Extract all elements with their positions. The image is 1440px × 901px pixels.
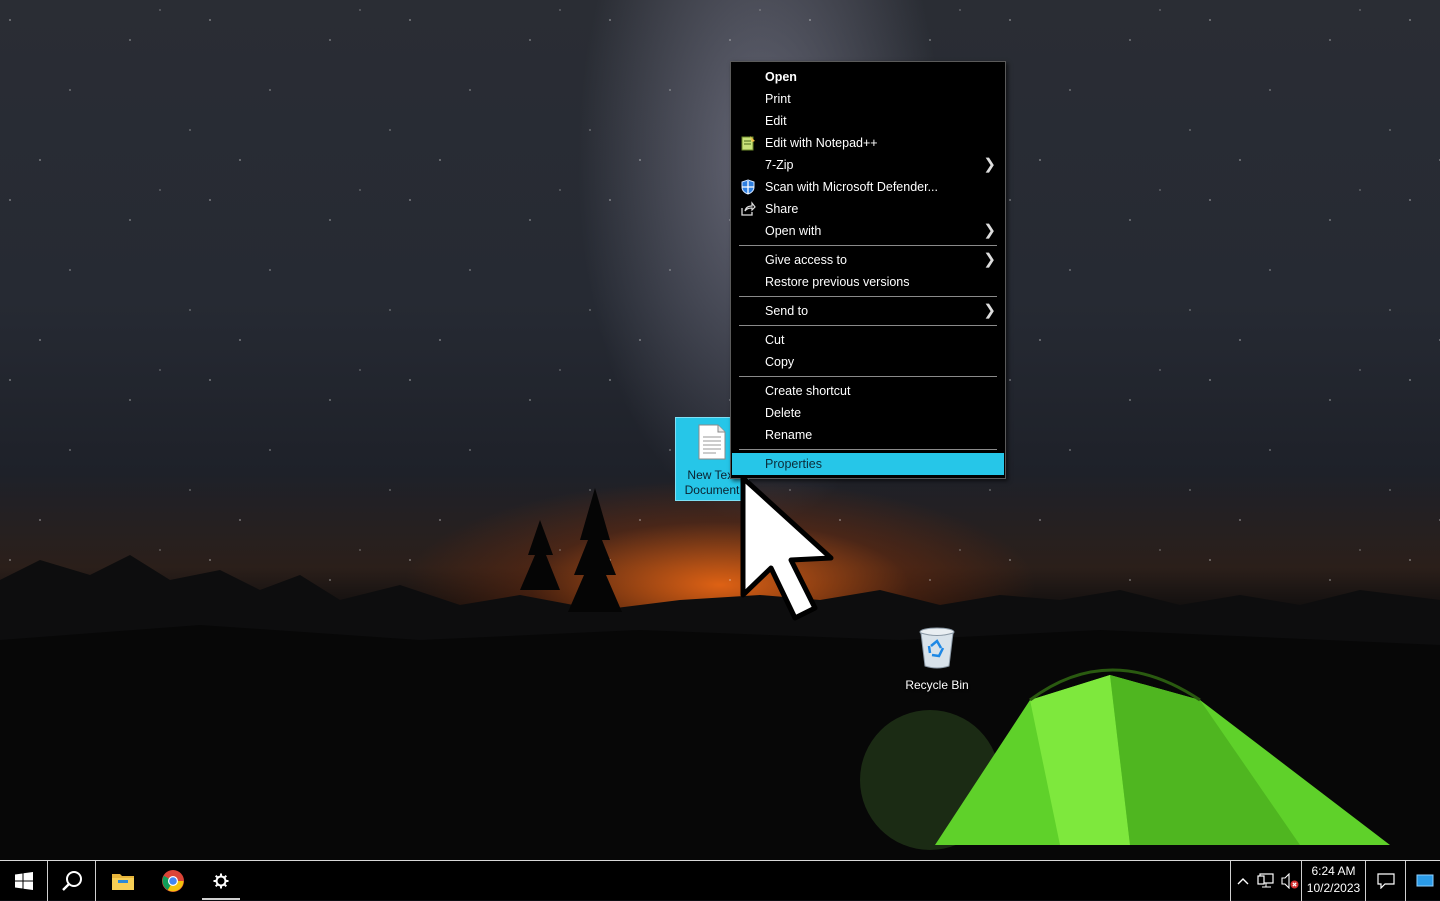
network-button[interactable] (1254, 861, 1278, 901)
menu-item-label: Edit with Notepad++ (765, 136, 878, 150)
show-desktop-button[interactable] (1410, 861, 1440, 901)
chevron-up-icon (1237, 878, 1248, 885)
chevron-right-icon: ❯ (983, 302, 996, 319)
menu-item-scan-defender[interactable]: Scan with Microsoft Defender... (732, 176, 1004, 198)
desktop-preview-icon (1416, 874, 1434, 887)
menu-item-7zip[interactable]: 7-Zip ❯ (732, 154, 1004, 176)
menu-item-label: Properties (765, 457, 822, 471)
chevron-right-icon: ❯ (983, 251, 996, 268)
file-explorer-icon (112, 874, 134, 890)
menu-separator (739, 245, 997, 246)
menu-item-print[interactable]: Print (732, 88, 1004, 110)
text-document-icon (698, 424, 726, 460)
menu-item-label: Restore previous versions (765, 275, 910, 289)
chevron-right-icon: ❯ (983, 222, 996, 239)
menu-item-label: Give access to (765, 253, 847, 267)
menu-item-label: Open with (765, 224, 822, 238)
recycle-bin-label: Recycle Bin (905, 678, 969, 692)
taskbar-chrome[interactable] (150, 861, 196, 901)
menu-item-label: Send to (765, 304, 809, 318)
menu-item-label: Open (765, 70, 797, 84)
context-menu: Open Print Edit Edit with Notepad++ 7-Zi… (730, 61, 1006, 479)
menu-item-give-access-to[interactable]: Give access to ❯ (732, 249, 1004, 271)
menu-item-label: Create shortcut (765, 384, 851, 398)
menu-item-label: Edit (765, 114, 787, 128)
volume-muted-icon (1280, 873, 1298, 889)
desktop-icon-recycle-bin[interactable]: Recycle Bin (892, 626, 982, 693)
share-icon (741, 201, 756, 216)
menu-separator (739, 296, 997, 297)
search-icon (61, 871, 82, 891)
search-button[interactable] (48, 861, 96, 901)
notepadpp-icon (741, 136, 755, 151)
chrome-icon (162, 870, 184, 892)
menu-item-copy[interactable]: Copy (732, 351, 1004, 373)
menu-item-label: 7-Zip (765, 158, 794, 172)
menu-item-create-shortcut[interactable]: Create shortcut (732, 380, 1004, 402)
menu-item-label: Rename (765, 428, 813, 442)
menu-item-restore-previous-versions[interactable]: Restore previous versions (732, 271, 1004, 293)
taskbar-settings[interactable] (200, 861, 242, 901)
menu-item-label: Delete (765, 406, 802, 420)
menu-separator (739, 376, 997, 377)
taskbar: 6:24 AM 10/2/2023 (0, 860, 1440, 901)
defender-shield-icon (741, 179, 755, 195)
menu-item-rename[interactable]: Rename (732, 424, 1004, 446)
label-line-2: Document (684, 483, 740, 497)
menu-item-send-to[interactable]: Send to ❯ (732, 300, 1004, 322)
clock-time: 6:24 AM (1311, 864, 1356, 878)
menu-item-cut[interactable]: Cut (732, 329, 1004, 351)
volume-button[interactable] (1278, 861, 1302, 901)
taskbar-clock[interactable]: 6:24 AM 10/2/2023 (1302, 861, 1366, 901)
mouse-cursor-icon (740, 475, 834, 621)
menu-item-delete[interactable]: Delete (732, 402, 1004, 424)
menu-item-open[interactable]: Open (732, 66, 1004, 88)
chevron-right-icon: ❯ (983, 156, 996, 173)
menu-item-edit-with-notepadpp[interactable]: Edit with Notepad++ (732, 132, 1004, 154)
menu-item-open-with[interactable]: Open with ❯ (732, 220, 1004, 242)
menu-separator (739, 449, 997, 450)
menu-item-edit[interactable]: Edit (732, 110, 1004, 132)
menu-item-label: Copy (765, 355, 795, 369)
start-button[interactable] (0, 861, 48, 901)
menu-item-label: Print (765, 92, 791, 106)
menu-item-label: Scan with Microsoft Defender... (765, 180, 938, 194)
recycle-bin-icon (919, 627, 955, 669)
menu-item-label: Cut (765, 333, 785, 347)
action-center-button[interactable] (1366, 861, 1406, 901)
windows-start-icon (14, 872, 33, 890)
notification-icon (1376, 873, 1395, 889)
taskbar-file-explorer[interactable] (100, 861, 146, 901)
settings-gear-icon (213, 873, 229, 889)
menu-separator (739, 325, 997, 326)
menu-item-share[interactable]: Share (732, 198, 1004, 220)
show-hidden-icons-button[interactable] (1230, 861, 1254, 901)
network-icon (1257, 873, 1274, 888)
menu-item-label: Share (765, 202, 799, 216)
clock-date: 10/2/2023 (1306, 881, 1361, 895)
